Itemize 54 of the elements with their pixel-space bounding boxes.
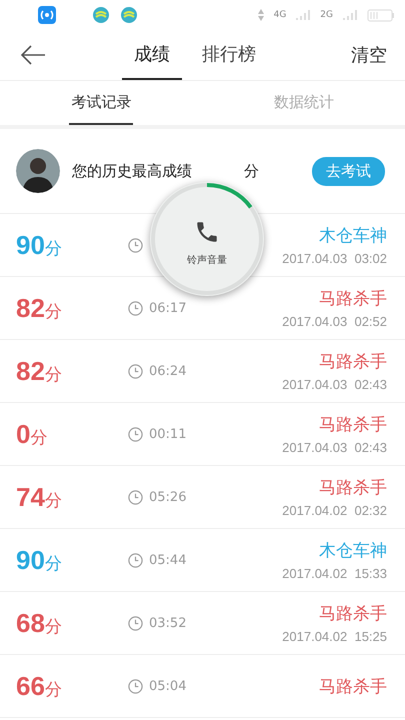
duration: 05:26 [149,490,186,504]
duration: 05:04 [149,678,186,694]
clock-icon [128,238,143,252]
score: 66分 [16,670,63,702]
clock-icon [128,678,143,694]
score: 74分 [16,482,63,512]
sub-tab[interactable]: 考试记录 [69,81,134,125]
avatar [16,149,60,193]
clock-icon [128,426,143,442]
score: 0分 [16,418,48,450]
rank-title: 木仓车神 [319,225,387,247]
wifi-app-icon [38,6,56,24]
rank-title: 马路杀手 [319,603,387,625]
duration: 00:11 [149,426,186,442]
battery-icon [367,8,395,22]
network-label: 2G [320,10,333,20]
exam-datetime: 2017.04.03 02:43 [282,377,387,392]
duration: 06:17 [149,300,186,316]
exam-datetime: 2017.04.03 02:52 [282,314,387,329]
signal-icon [296,10,310,20]
score: 68分 [16,608,63,638]
nav-tab[interactable]: 排行榜 [190,30,268,80]
rank-title: 马路杀手 [319,351,387,373]
rank-title: 马路杀手 [319,414,387,436]
score: 82分 [16,292,63,324]
nav-tab[interactable]: 成绩 [122,30,182,80]
duration: 05:44 [149,552,186,568]
exam-datetime: 2017.04.02 15:33 [282,566,387,581]
score: 82分 [16,356,63,386]
data-arrows-icon [258,9,264,21]
back-icon[interactable] [20,45,46,65]
duration: 06:24 [149,364,186,378]
exam-datetime: 2017.04.03 03:02 [282,251,387,266]
rank-title: 马路杀手 [319,477,387,499]
duration: 03:52 [149,616,186,630]
exam-datetime: 2017.04.02 15:25 [282,629,387,644]
rank-title: 马路杀手 [319,676,387,698]
best-score-text: 您的历史最高成绩 [72,162,192,180]
score: 90分 [16,230,63,260]
network-label: 4G [274,10,286,20]
clock-icon [128,364,143,378]
clock-icon [128,300,143,316]
best-score-unit: 分 [244,162,259,180]
clock-icon [128,552,143,568]
exam-datetime: 2017.04.02 02:32 [282,503,387,518]
score: 90分 [16,544,63,576]
rank-title: 木仓车神 [319,540,387,562]
signal-icon [343,10,357,20]
clock-icon [128,490,143,504]
clear-button[interactable]: 清空 [351,43,387,67]
rank-title: 马路杀手 [319,288,387,310]
toast-label: 铃声音量 [187,254,227,267]
exam-datetime: 2017.04.03 02:43 [282,440,387,455]
clock-icon [128,616,143,630]
